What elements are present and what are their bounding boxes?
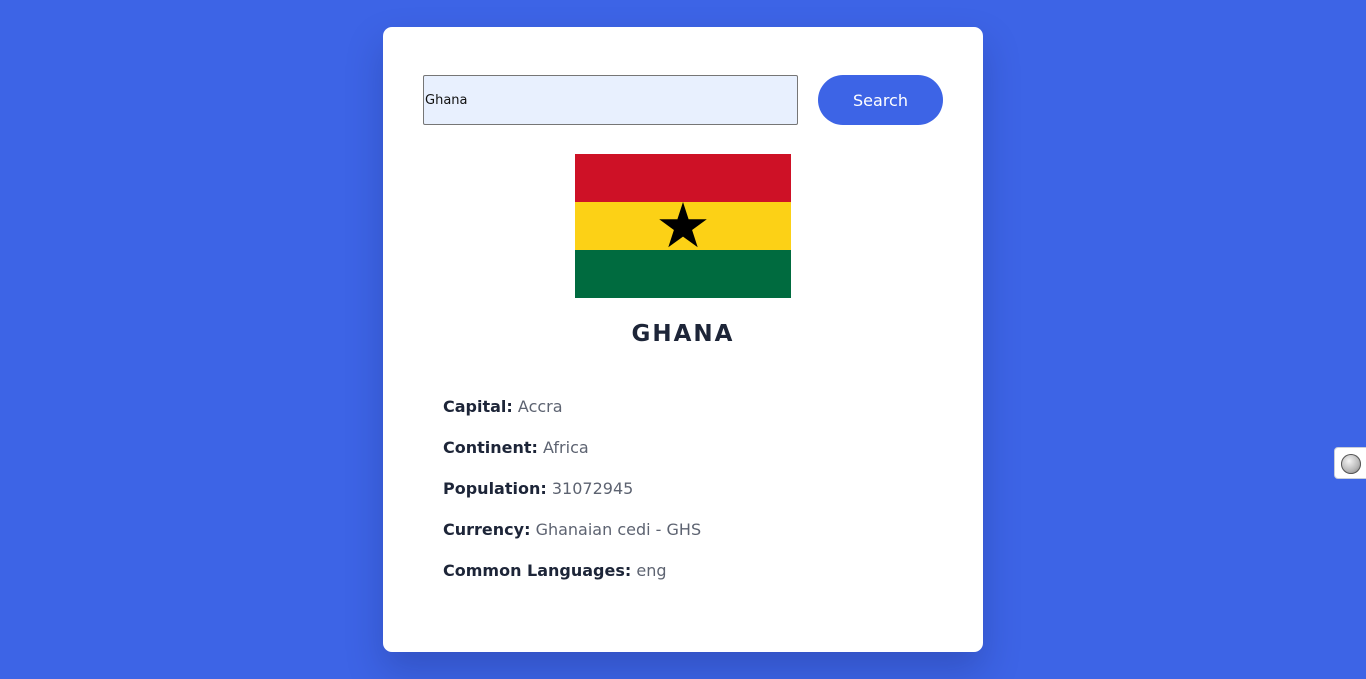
- flag-green-stripe: [575, 250, 791, 298]
- flag-red-stripe: [575, 154, 791, 202]
- extension-orb-icon: [1341, 454, 1361, 474]
- detail-label: Common Languages:: [443, 561, 632, 580]
- search-button[interactable]: Search: [818, 75, 943, 125]
- detail-value: Accra: [517, 397, 563, 416]
- detail-label: Currency:: [443, 520, 531, 539]
- detail-currency: Currency: Ghanaian cedi - GHS: [443, 518, 923, 559]
- ghana-flag-icon: [575, 154, 791, 298]
- detail-label: Capital:: [443, 397, 513, 416]
- detail-capital: Capital: Accra: [443, 395, 923, 436]
- country-details: Capital: Accra Continent: Africa Populat…: [443, 395, 923, 600]
- search-input[interactable]: [423, 75, 798, 125]
- detail-value: 31072945: [551, 479, 634, 498]
- detail-label: Continent:: [443, 438, 538, 457]
- detail-value: eng: [636, 561, 667, 580]
- detail-label: Population:: [443, 479, 547, 498]
- country-name: GHANA: [631, 321, 735, 347]
- detail-continent: Continent: Africa: [443, 436, 923, 477]
- country-card: Search GHANA Capital: Accra Continent: A…: [383, 27, 983, 652]
- side-widget-button[interactable]: [1334, 447, 1366, 479]
- detail-value: Ghanaian cedi - GHS: [535, 520, 702, 539]
- detail-languages: Common Languages: eng: [443, 559, 923, 600]
- detail-population: Population: 31072945: [443, 477, 923, 518]
- search-bar: Search: [423, 75, 943, 125]
- detail-value: Africa: [543, 438, 589, 457]
